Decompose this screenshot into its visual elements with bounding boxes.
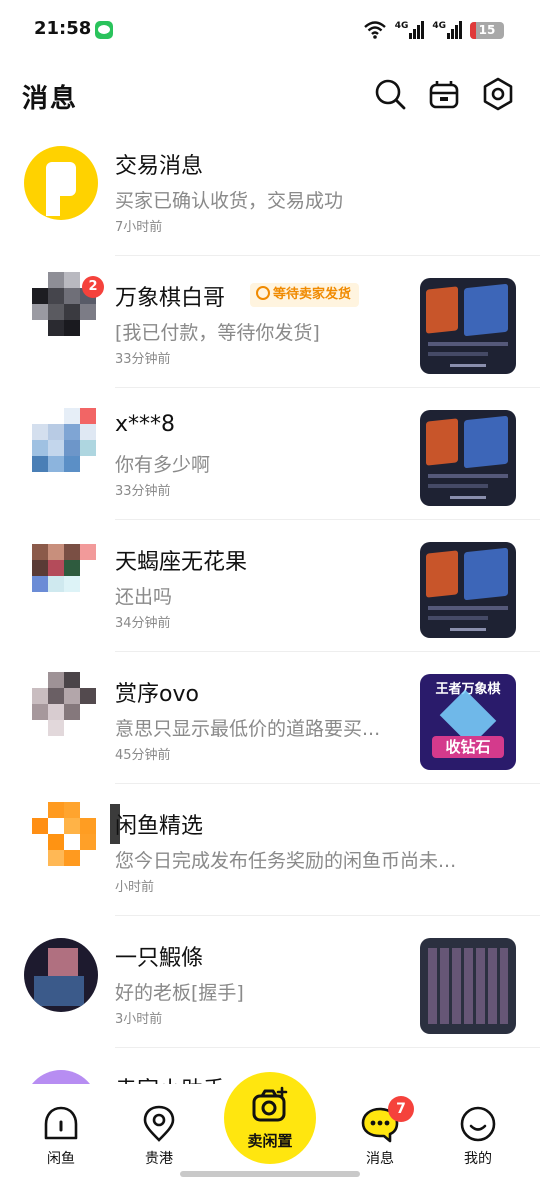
avatar <box>24 1070 98 1084</box>
product-thumbnail[interactable] <box>420 542 516 638</box>
product-thumbnail[interactable] <box>420 410 516 506</box>
message-preview: 还出吗 <box>115 586 173 608</box>
contact-name: 万象棋白哥 <box>115 286 226 311</box>
battery-icon: 15 <box>470 21 504 39</box>
nav-messages[interactable]: 7 消息 <box>340 1096 420 1168</box>
message-preview: [我已付款，等待你发货] <box>115 322 320 344</box>
message-time: 小时前 <box>115 880 155 895</box>
message-time: 34分钟前 <box>115 616 171 631</box>
list-item[interactable]: 赏序ovo 意思只显示最低价的道路要买... 45分钟前 王者万象棋 收钻石 <box>0 652 540 784</box>
avatar <box>24 938 98 1012</box>
avatar <box>24 146 98 220</box>
signal-icon-2: 4G <box>432 21 462 39</box>
more-icon <box>256 286 270 300</box>
order-status-tag: 等待卖家发货 <box>250 283 360 307</box>
network-label: 4G <box>394 21 409 31</box>
wifi-icon <box>363 21 386 39</box>
wechat-icon <box>95 21 113 39</box>
camera-icon <box>252 1086 288 1122</box>
product-thumbnail[interactable] <box>420 938 516 1034</box>
contact-name: 卖家小助手 <box>115 1072 225 1084</box>
message-preview: 好的老板[握手] <box>115 982 244 1004</box>
nav-home-label: 闲鱼 <box>47 1151 75 1167</box>
contact-name: 闲鱼精选 <box>115 814 204 839</box>
message-time: 3小时前 <box>115 1012 163 1027</box>
battery-level: 15 <box>478 22 496 37</box>
contact-name: x***8 <box>115 412 176 437</box>
nav-profile-label: 我的 <box>464 1151 492 1167</box>
message-time: 33分钟前 <box>115 484 171 499</box>
status-time: 21:58 <box>34 18 92 39</box>
message-list[interactable]: 交易消息 买家已确认收货，交易成功 7小时前 2 万象棋白哥 等待卖家发货 [我… <box>0 124 540 1084</box>
nav-home[interactable]: 闲鱼 <box>21 1104 101 1168</box>
product-thumbnail[interactable] <box>420 278 516 374</box>
message-preview: 您今日完成发布任务奖励的闲鱼币尚未... <box>115 850 457 872</box>
message-preview: 买家已确认收货，交易成功 <box>115 190 344 212</box>
search-icon[interactable] <box>372 76 408 112</box>
contact-name: 一只鰕條 <box>115 946 204 971</box>
product-thumbnail[interactable]: 王者万象棋 收钻石 <box>420 674 516 770</box>
contact-name: 交易消息 <box>115 154 204 179</box>
message-time: 7小时前 <box>115 220 163 235</box>
message-preview: 意思只显示最低价的道路要买... <box>115 718 381 740</box>
list-item[interactable]: 2 万象棋白哥 等待卖家发货 [我已付款，等待你发货] 33分钟前 <box>0 256 540 388</box>
message-preview: 你有多少啊 <box>115 454 211 476</box>
nav-location[interactable]: 贵港 <box>119 1104 199 1168</box>
nav-messages-label: 消息 <box>366 1151 394 1167</box>
location-icon <box>143 1105 175 1142</box>
list-item[interactable]: 一只鰕條 好的老板[握手] 3小时前 <box>0 916 540 1048</box>
signal-icon: 4G <box>395 21 425 39</box>
order-status-label: 等待卖家发货 <box>273 287 352 302</box>
page-title: 消息 <box>22 84 79 114</box>
network-label-2: 4G <box>432 21 446 31</box>
list-item[interactable]: 天蝎座无花果 还出吗 34分钟前 <box>0 520 540 652</box>
list-item[interactable]: x***8 你有多少啊 33分钟前 <box>0 388 540 520</box>
message-time: 45分钟前 <box>115 748 171 763</box>
status-icons: 4G 4G 15 <box>363 18 504 42</box>
message-time: 33分钟前 <box>115 352 171 367</box>
profile-icon <box>460 1106 496 1142</box>
avatar <box>32 544 96 624</box>
nav-profile[interactable]: 我的 <box>438 1104 518 1168</box>
contact-name: 天蝎座无花果 <box>115 550 248 575</box>
home-icon <box>44 1106 78 1140</box>
avatar <box>32 672 96 752</box>
sell-button[interactable]: 卖闲置 <box>224 1072 316 1164</box>
page-header: 消息 <box>0 66 540 124</box>
sell-button-label: 卖闲置 <box>247 1132 293 1150</box>
store-icon[interactable] <box>426 76 462 112</box>
settings-icon[interactable] <box>480 76 516 112</box>
unread-badge: 2 <box>82 276 104 298</box>
nav-location-label: 贵港 <box>145 1151 173 1167</box>
avatar <box>32 408 96 488</box>
list-item[interactable]: 闲鱼精选 您今日完成发布任务奖励的闲鱼币尚未... 小时前 <box>0 784 540 916</box>
contact-name: 赏序ovo <box>115 682 199 707</box>
avatar <box>32 802 96 882</box>
list-item[interactable]: 交易消息 买家已确认收货，交易成功 7小时前 <box>0 124 540 256</box>
home-indicator <box>180 1171 360 1177</box>
status-bar: 21:58 4G 4G 15 <box>0 0 540 60</box>
unread-badge: 7 <box>388 1096 414 1122</box>
thumbnail-subtitle: 收钻石 <box>432 736 504 758</box>
